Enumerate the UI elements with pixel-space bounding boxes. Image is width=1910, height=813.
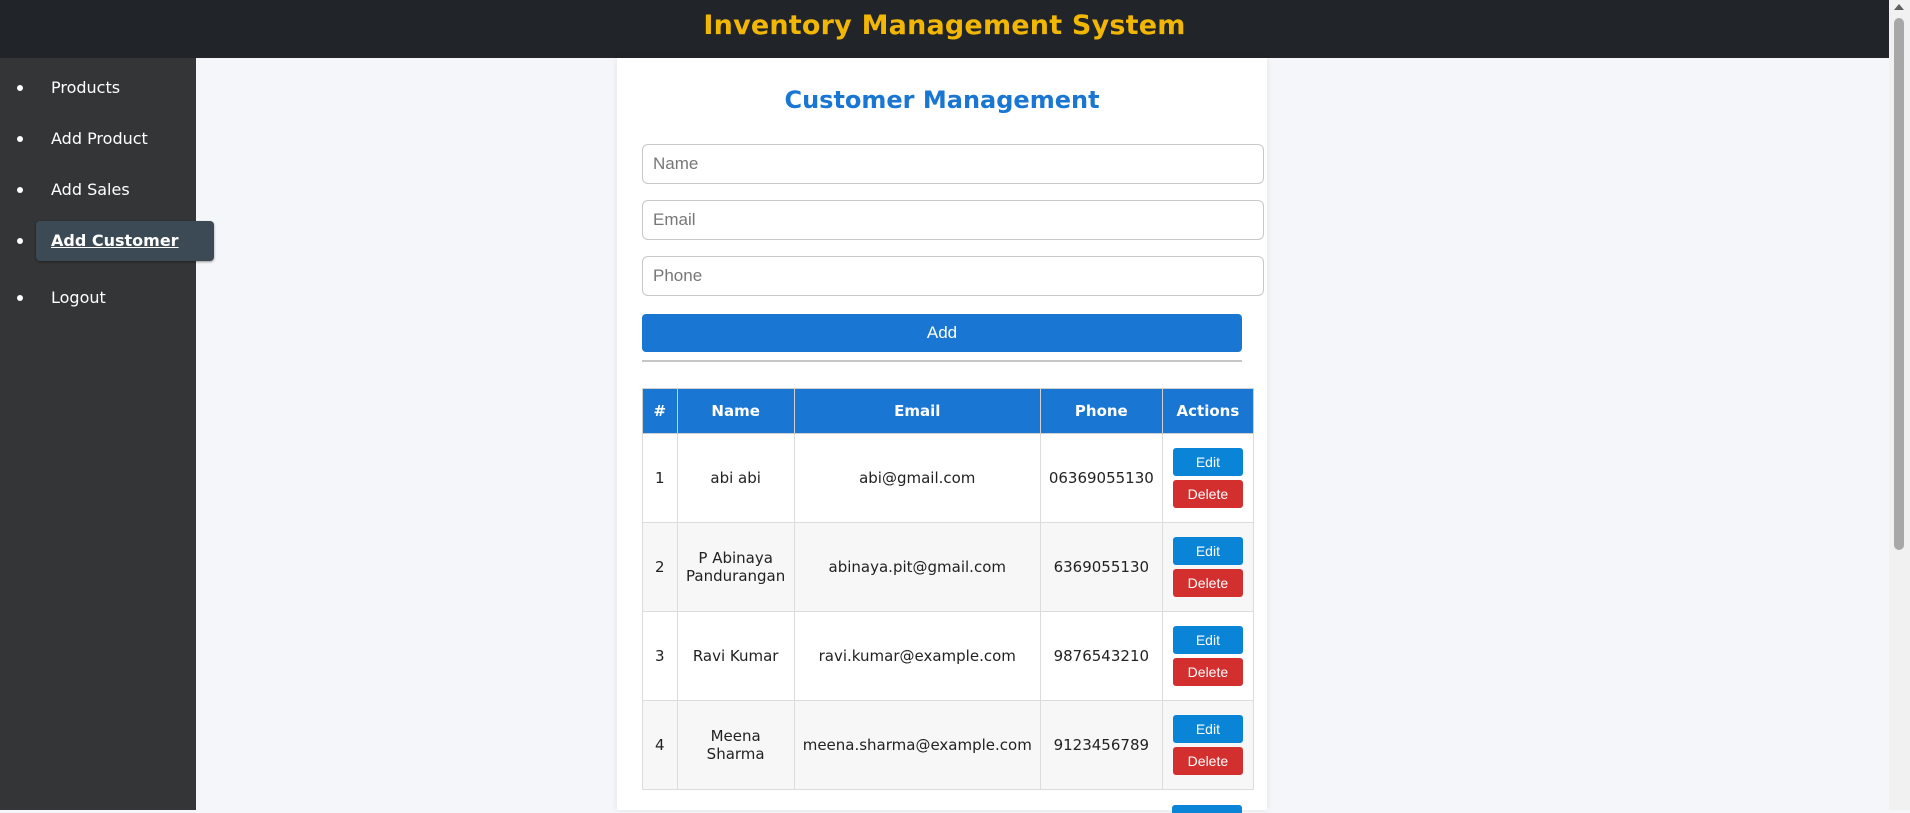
bullet-icon (17, 295, 23, 301)
bullet-icon (17, 85, 23, 91)
customer-management-panel: Customer Management Add # Name Email Pho… (617, 58, 1267, 810)
customer-name: abi abi (676, 433, 795, 523)
customer-phone: 9123456789 (1039, 700, 1163, 790)
email-input[interactable] (642, 200, 1264, 240)
sidebar-item-add-product: Add Product (0, 119, 196, 159)
table-header-row: # Name Email Phone Actions (642, 388, 1255, 434)
row-number: 2 (642, 522, 678, 612)
app-title: Inventory Management System (703, 10, 1186, 41)
row-actions: Edit Delete (1161, 700, 1255, 790)
row-actions: Edit Delete (1161, 522, 1255, 612)
delete-button[interactable]: Delete (1172, 569, 1243, 597)
table-row: 3 Ravi Kumar ravi.kumar@example.com 9876… (642, 611, 1255, 701)
delete-button[interactable]: Delete (1172, 747, 1243, 775)
customer-name: P Abinaya Pandurangan (676, 522, 795, 612)
phone-input[interactable] (642, 256, 1264, 296)
customer-email: ravi.kumar@example.com (793, 611, 1041, 701)
bullet-icon (17, 136, 23, 142)
customer-phone: 06369055130 (1039, 433, 1163, 523)
row-number: 1 (642, 433, 678, 523)
table-row: 1 abi abi abi@gmail.com 06369055130 Edit… (642, 433, 1255, 523)
sidebar-item-add-customer: Add Customer (0, 221, 214, 261)
customer-name: Ravi Kumar (676, 611, 795, 701)
edit-button[interactable]: Edit (1172, 626, 1243, 654)
column-header-email: Email (793, 388, 1041, 434)
sidebar-link-products[interactable]: Products (36, 68, 214, 108)
column-header-number: # (642, 388, 678, 434)
page-title: Customer Management (784, 86, 1100, 114)
sidebar-item-logout: Logout (0, 278, 196, 318)
edit-button[interactable]: Edit (1172, 448, 1243, 476)
customer-email: meena.sharma@example.com (793, 700, 1041, 790)
add-customer-button[interactable]: Add (642, 314, 1242, 352)
table-row: 2 P Abinaya Pandurangan abinaya.pit@gmai… (642, 522, 1255, 612)
column-header-phone: Phone (1039, 388, 1163, 434)
customer-email: abi@gmail.com (793, 433, 1041, 523)
column-header-actions: Actions (1161, 388, 1255, 434)
customer-email: abinaya.pit@gmail.com (793, 522, 1041, 612)
column-header-name: Name (676, 388, 795, 434)
sidebar-link-logout[interactable]: Logout (36, 278, 214, 318)
edit-button[interactable]: Edit (1172, 715, 1243, 743)
sidebar-link-add-sales[interactable]: Add Sales (36, 170, 214, 210)
delete-button[interactable]: Delete (1172, 480, 1243, 508)
top-header: Inventory Management System (0, 0, 1889, 58)
delete-button[interactable]: Delete (1172, 658, 1243, 686)
sidebar-item-add-sales: Add Sales (0, 170, 196, 210)
customer-phone: 6369055130 (1039, 522, 1163, 612)
partially-visible-edit-button[interactable] (1172, 805, 1242, 813)
sidebar: Products Add Product Add Sales Add Custo… (0, 58, 214, 810)
bullet-icon (17, 187, 23, 193)
scrollbar-thumb[interactable] (1894, 18, 1904, 550)
name-input[interactable] (642, 144, 1264, 184)
row-number: 3 (642, 611, 678, 701)
vertical-scrollbar[interactable] (1889, 0, 1910, 810)
row-number: 4 (642, 700, 678, 790)
scroll-up-arrow-icon[interactable] (1894, 4, 1904, 10)
customer-phone: 9876543210 (1039, 611, 1163, 701)
divider (642, 360, 1242, 362)
edit-button[interactable]: Edit (1172, 537, 1243, 565)
customer-name: Meena Sharma (676, 700, 795, 790)
sidebar-link-add-customer[interactable]: Add Customer (36, 221, 214, 261)
sidebar-link-add-product[interactable]: Add Product (36, 119, 214, 159)
sidebar-item-products: Products (0, 68, 196, 108)
bullet-icon (17, 238, 23, 244)
row-actions: Edit Delete (1161, 433, 1255, 523)
customer-table: # Name Email Phone Actions 1 abi abi abi… (642, 388, 1255, 790)
row-actions: Edit Delete (1161, 611, 1255, 701)
table-row: 4 Meena Sharma meena.sharma@example.com … (642, 700, 1255, 790)
